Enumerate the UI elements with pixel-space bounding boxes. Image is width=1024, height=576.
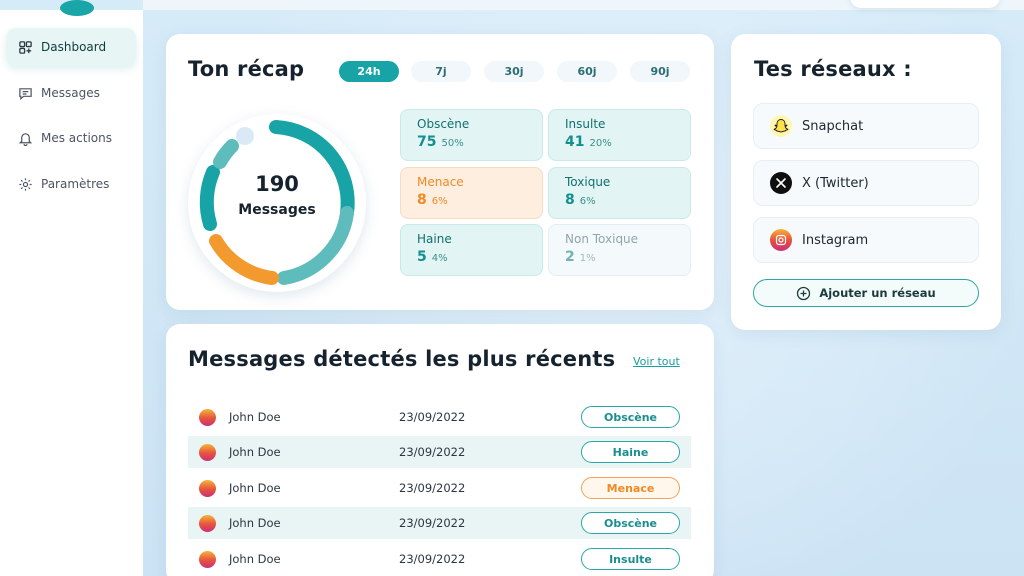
donut-segment-non-toxique <box>236 127 254 145</box>
sender-name: John Doe <box>229 552 281 566</box>
stat-name: Menace <box>417 175 464 189</box>
network-item-x-twitter[interactable]: X (Twitter) <box>753 160 979 206</box>
avatar <box>199 443 216 461</box>
stat-percent: 6% <box>579 196 596 207</box>
stat-insulte[interactable]: Insulte 41 20% <box>548 109 691 161</box>
sidebar-item-mes-actions[interactable]: Mes actions <box>6 119 136 157</box>
stat-haine[interactable]: Haine 5 4% <box>400 224 543 276</box>
category-badge[interactable]: Obscène <box>581 512 680 534</box>
snapchat-icon <box>770 115 792 137</box>
sidebar-item-messages[interactable]: Messages <box>6 74 136 112</box>
stat-value: 41 <box>565 134 585 150</box>
stat-percent: 50% <box>441 138 464 149</box>
stat-percent: 1% <box>579 253 596 264</box>
network-item-snapchat[interactable]: Snapchat <box>753 103 979 149</box>
total-message-count: 190 <box>255 172 299 196</box>
avatar <box>199 514 216 532</box>
plus-circle-icon <box>797 286 811 300</box>
sidebar-item-dashboard[interactable]: Dashboard <box>6 28 136 66</box>
instagram-icon <box>770 229 792 251</box>
stat-value: 8 <box>417 192 427 208</box>
network-label: X (Twitter) <box>802 175 869 191</box>
sidebar-item-label: Messages <box>41 86 100 100</box>
tab-60j[interactable]: 60j <box>557 61 617 82</box>
stat-value: 5 <box>417 249 427 265</box>
avatar <box>199 550 216 568</box>
sender-name: John Doe <box>229 481 281 495</box>
sidebar-item-parametres[interactable]: Paramètres <box>6 165 136 203</box>
stat-obscene[interactable]: Obscène 75 50% <box>400 109 543 161</box>
category-badge[interactable]: Obscène <box>581 406 680 428</box>
tab-90j[interactable]: 90j <box>630 61 690 82</box>
stat-percent: 20% <box>589 138 612 149</box>
grid-icon <box>19 40 32 54</box>
chat-icon <box>19 87 32 100</box>
network-item-instagram[interactable]: Instagram <box>753 217 979 263</box>
network-label: Snapchat <box>802 118 864 134</box>
stat-menace[interactable]: Menace 8 6% <box>400 167 543 219</box>
avatar <box>199 479 216 497</box>
donut-segment-obscene <box>269 120 355 220</box>
x-icon <box>770 172 792 194</box>
message-date: 23/09/2022 <box>399 481 466 495</box>
table-row[interactable]: John Doe 23/09/2022 Haine <box>188 436 691 468</box>
recent-messages-card: Messages détectés les plus récents Voir … <box>166 324 714 576</box>
sidebar-item-label: Paramètres <box>41 177 110 191</box>
networks-card: Tes réseaux : Snapchat X (Twitter) Insta… <box>731 34 1001 330</box>
bell-icon <box>18 132 33 146</box>
network-label: Instagram <box>802 232 869 248</box>
app-logo <box>60 0 94 16</box>
sidebar-item-label: Dashboard <box>41 40 107 54</box>
stat-toxique[interactable]: Toxique 8 6% <box>548 167 691 219</box>
donut-segment-haine <box>213 139 239 169</box>
donut-segment-menace <box>209 234 279 285</box>
category-badge[interactable]: Insulte <box>581 548 680 570</box>
total-message-label: Messages <box>238 202 316 218</box>
category-badge[interactable]: Menace <box>581 477 680 499</box>
recent-messages-title: Messages détectés les plus récents <box>188 347 616 371</box>
table-row[interactable]: John Doe 23/09/2022 Obscène <box>188 507 691 539</box>
top-bar <box>143 0 1024 10</box>
sidebar-item-label: Mes actions <box>41 131 112 145</box>
message-date: 23/09/2022 <box>399 410 466 424</box>
sender-name: John Doe <box>229 445 281 459</box>
sender-name: John Doe <box>229 516 281 530</box>
stat-non-toxique[interactable]: Non Toxique 2 1% <box>548 224 691 276</box>
networks-title: Tes réseaux : <box>754 57 912 81</box>
stat-value: 8 <box>565 192 575 208</box>
tab-30j[interactable]: 30j <box>484 61 544 82</box>
avatar <box>199 408 216 426</box>
stat-name: Non Toxique <box>565 232 639 246</box>
table-row[interactable]: John Doe 23/09/2022 Obscène <box>188 401 691 433</box>
message-date: 23/09/2022 <box>399 552 466 566</box>
sidebar: Dashboard Messages Mes actions Paramètre… <box>0 0 143 576</box>
see-all-link[interactable]: Voir tout <box>633 355 680 368</box>
stat-name: Obscène <box>417 117 470 131</box>
recap-card: Ton récap 24h 7j 30j 60j 90j 190 Message… <box>166 34 714 310</box>
add-network-label: Ajouter un réseau <box>819 286 936 300</box>
donut-segment-insulte <box>277 206 354 285</box>
stat-value: 2 <box>565 249 575 265</box>
add-network-button[interactable]: Ajouter un réseau <box>753 279 979 307</box>
stat-name: Insulte <box>565 117 606 131</box>
stat-name: Toxique <box>565 175 611 189</box>
tab-24h[interactable]: 24h <box>339 61 399 82</box>
messages-donut-chart: 190 Messages <box>188 114 366 292</box>
stat-percent: 4% <box>431 253 448 264</box>
top-bar-control[interactable] <box>850 0 1000 8</box>
stat-percent: 6% <box>431 196 448 207</box>
stat-name: Haine <box>417 232 452 246</box>
table-row[interactable]: John Doe 23/09/2022 Menace <box>188 472 691 504</box>
sender-name: John Doe <box>229 410 281 424</box>
message-date: 23/09/2022 <box>399 516 466 530</box>
gear-icon <box>19 177 32 191</box>
recap-title: Ton récap <box>188 57 305 81</box>
stat-value: 75 <box>417 134 437 150</box>
category-badge[interactable]: Haine <box>581 441 680 463</box>
table-row[interactable]: John Doe 23/09/2022 Insulte <box>188 543 691 575</box>
message-date: 23/09/2022 <box>399 445 466 459</box>
tab-7j[interactable]: 7j <box>411 61 471 82</box>
